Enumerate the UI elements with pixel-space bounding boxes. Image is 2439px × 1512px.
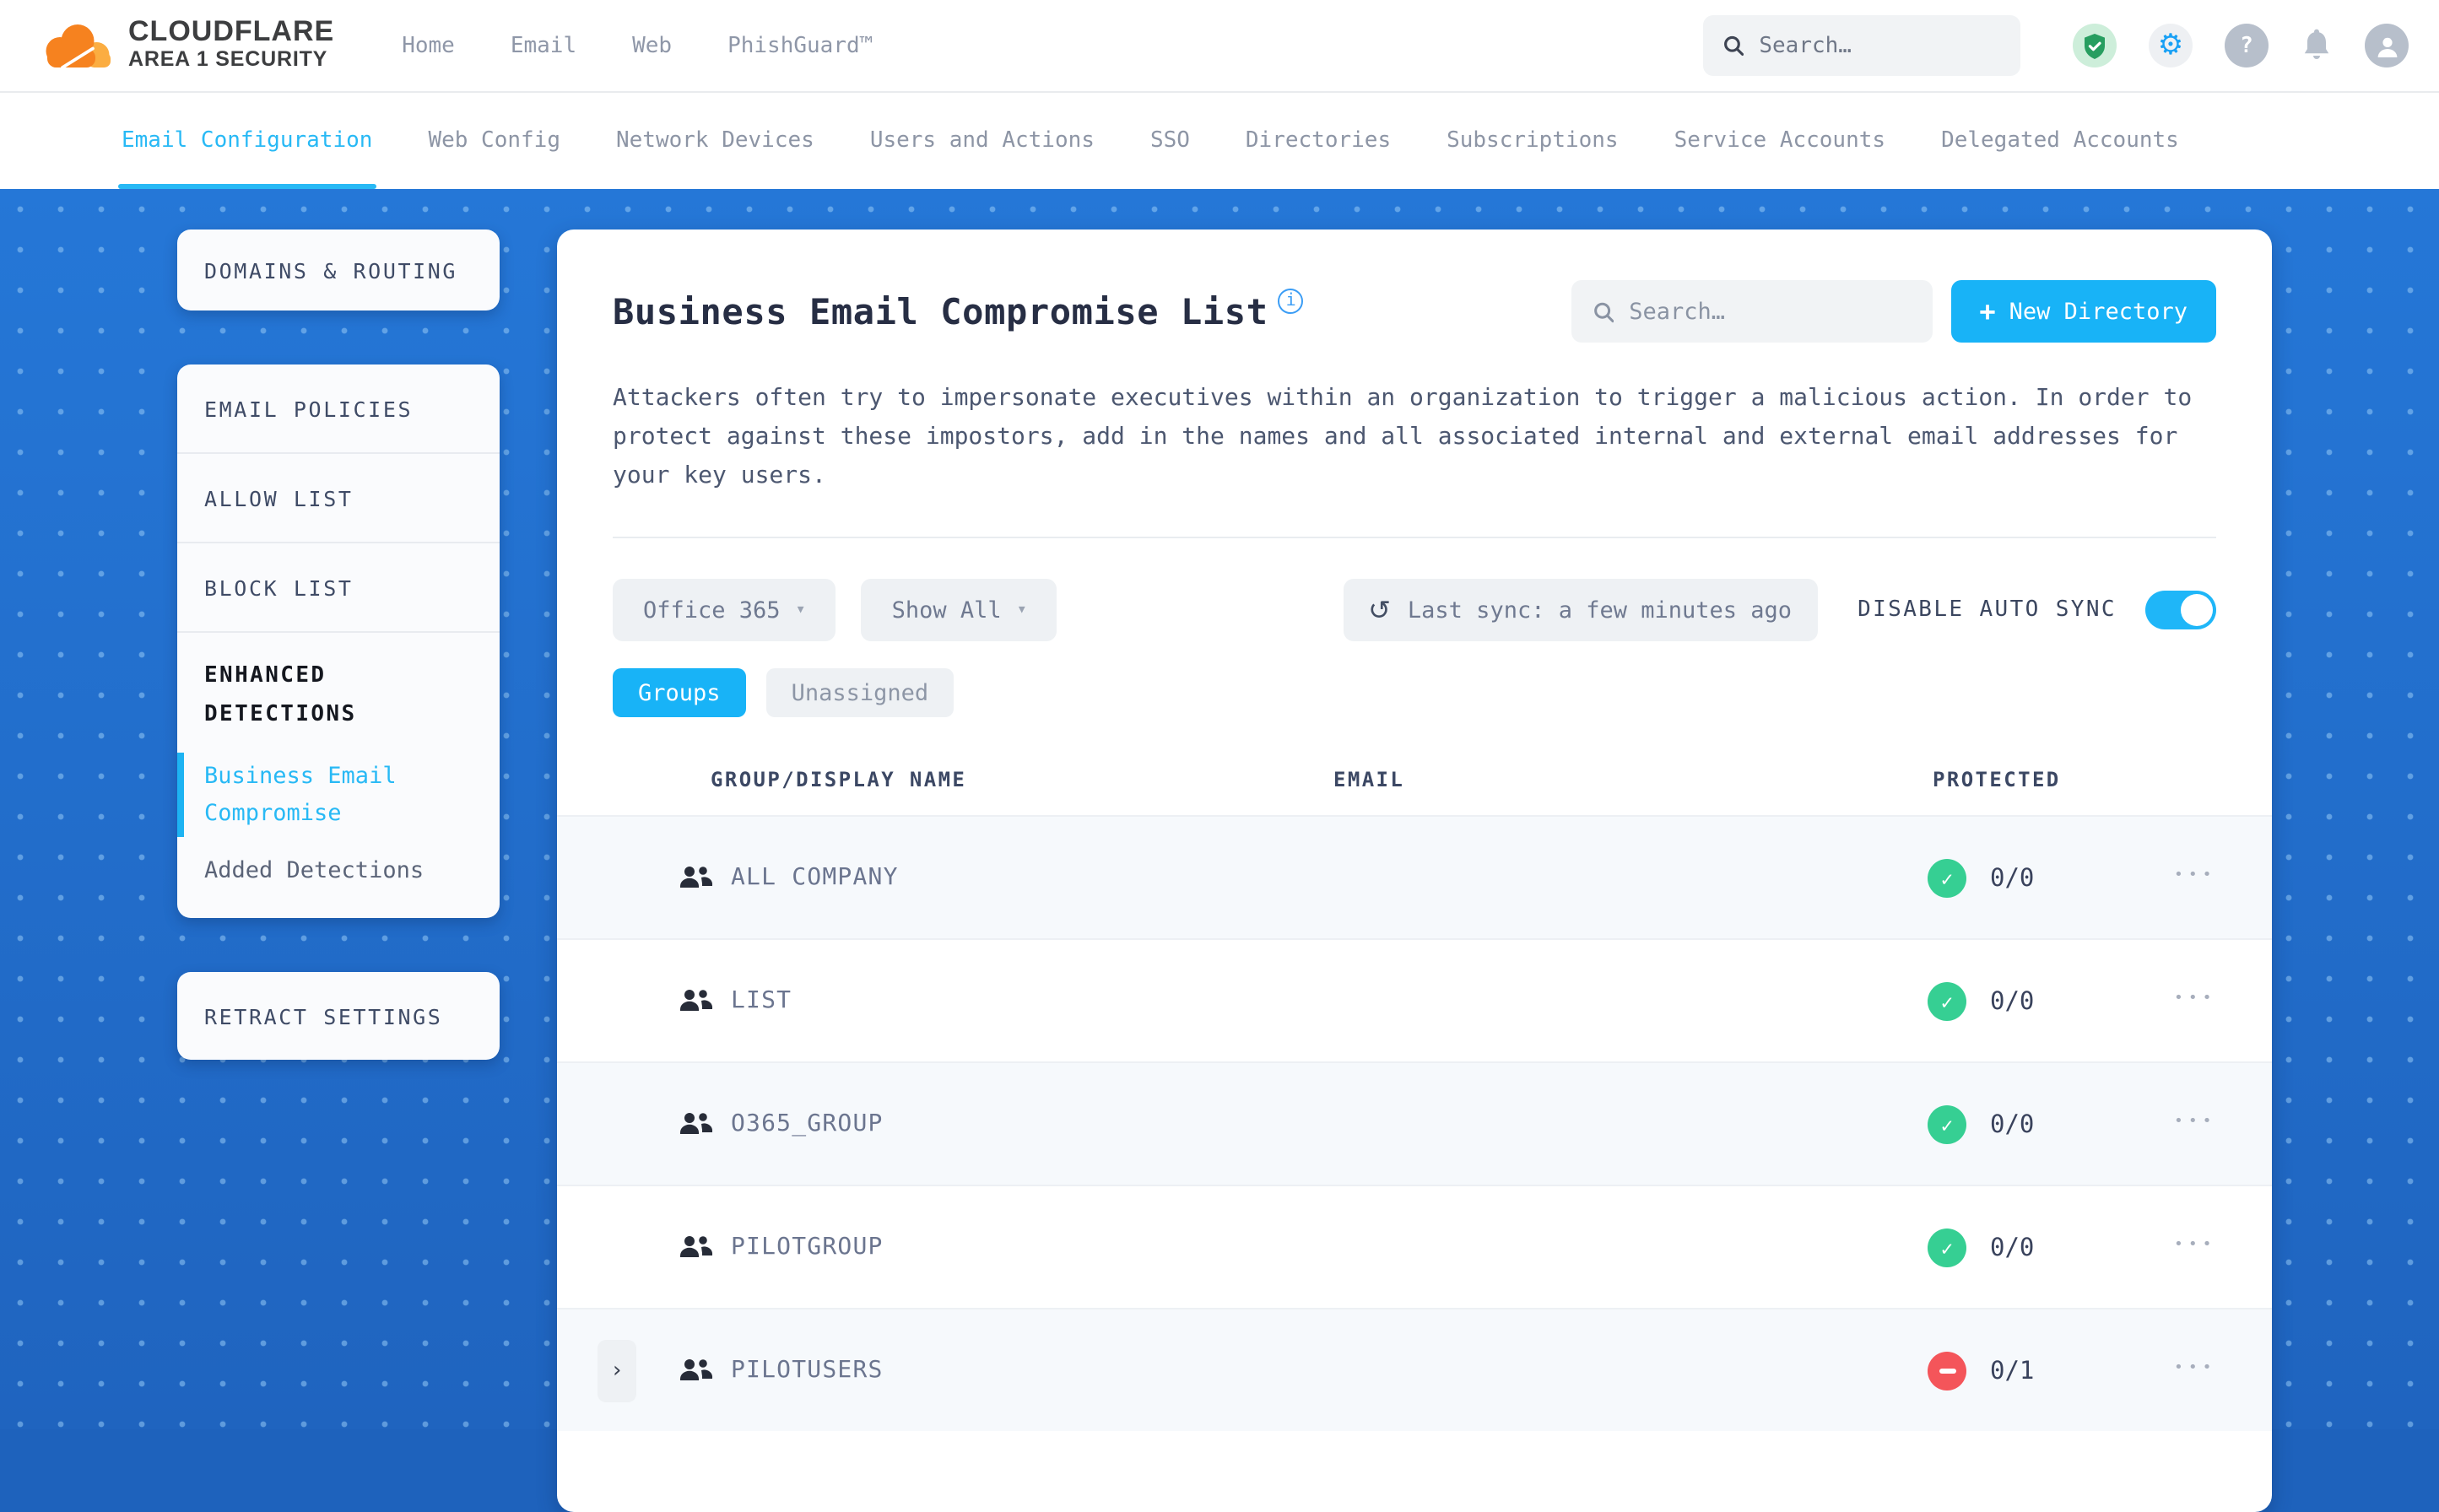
primary-nav-item-phishguard[interactable]: PhishGuard™ [727,33,873,58]
tab-delegated-accounts[interactable]: Delegated Accounts [1941,93,2179,189]
sidebar-item-added-detections[interactable]: Added Detections [204,857,473,884]
table-row[interactable]: › PILOTUSERS 0/1 ••• [557,1308,2272,1431]
sidebar-item-business-email-compromise[interactable]: Business Email Compromise [177,752,473,837]
table-row[interactable]: LIST ✓ 0/0 ••• [557,938,2272,1061]
table-row[interactable]: O365_GROUP ✓ 0/0 ••• [557,1061,2272,1185]
list-search[interactable] [1571,280,1933,343]
sidebar-item-enhanced-detections[interactable]: ENHANCED DETECTIONS [204,658,473,735]
row-menu-ellipsis-icon[interactable]: ••• [2174,991,2217,1007]
protected-count: 0/0 [1990,1112,2035,1139]
page-description: Attackers often try to impersonate execu… [613,385,2193,489]
protected-count: 0/1 [1990,1358,2035,1385]
tab-network-devices[interactable]: Network Devices [616,93,814,189]
group-people-icon [680,1359,713,1380]
table-row[interactable]: ALL COMPANY ✓ 0/0 ••• [557,815,2272,938]
tab-groups[interactable]: Groups [613,668,746,717]
group-people-icon [680,1236,713,1257]
sidebar-item-email-policies[interactable]: EMAIL POLICIES [177,364,500,454]
sidebar-item-retract-settings[interactable]: RETRACT SETTINGS [177,972,500,1061]
main-panel: Business Email Compromise List i + Ne [557,230,2272,1512]
plus-icon: + [1979,294,1996,327]
show-filter-select[interactable]: Show All ▾ [861,579,1057,641]
help-icon[interactable]: ? [2225,24,2269,68]
column-header-name: GROUP/DISPLAY NAME [711,768,967,791]
settings-gear-icon[interactable]: ⚙ [2149,24,2193,68]
info-icon[interactable]: i [1278,289,1304,314]
column-header-email: EMAIL [1333,768,1405,791]
brand-name: CLOUDFLARE [128,15,335,47]
protected-status-badge: ✓ [1928,859,1966,898]
group-name: PILOTGROUP [731,1234,884,1261]
protected-count: 0/0 [1990,1235,2035,1262]
row-menu-ellipsis-icon[interactable]: ••• [2174,1114,2217,1131]
new-directory-button[interactable]: + New Directory [1950,280,2216,343]
column-header-protected: PROTECTED [1933,768,2061,791]
global-search-input[interactable] [1759,33,2000,58]
sidebar: DOMAINS & ROUTING EMAIL POLICIES ALLOW L… [177,230,500,1061]
protected-status-badge [1928,1352,1966,1390]
sidebar-item-domains-routing[interactable]: DOMAINS & ROUTING [177,230,500,310]
auto-sync-label: DISABLE AUTO SYNC [1858,597,2117,623]
search-icon [1724,35,1744,57]
app-window: CLOUDFLARE AREA 1 SECURITY Home Email We… [0,0,2439,1512]
protected-status-badge: ✓ [1928,982,1966,1021]
group-people-icon [680,867,713,888]
page-title: Business Email Compromise List [613,291,1268,332]
last-sync-text: Last sync: a few minutes ago [1407,597,1793,624]
directory-select[interactable]: Office 365 ▾ [613,579,836,641]
tab-web-config[interactable]: Web Config [428,93,560,189]
protected-count: 0/0 [1990,989,2035,1016]
row-menu-ellipsis-icon[interactable]: ••• [2174,1237,2217,1254]
tab-unassigned[interactable]: Unassigned [765,668,955,717]
brand-product: AREA 1 SECURITY [128,47,328,71]
workspace-background: DOMAINS & ROUTING EMAIL POLICIES ALLOW L… [0,189,2439,1512]
group-people-icon [680,990,713,1011]
sidebar-item-allow-list[interactable]: ALLOW LIST [177,454,500,543]
search-icon [1593,301,1614,322]
table-row[interactable]: PILOTGROUP ✓ 0/0 ••• [557,1185,2272,1308]
sidebar-item-block-list[interactable]: BLOCK LIST [177,543,500,633]
row-menu-ellipsis-icon[interactable]: ••• [2174,867,2217,884]
row-menu-ellipsis-icon[interactable]: ••• [2174,1360,2217,1377]
group-name: LIST [731,987,792,1014]
tab-sso[interactable]: SSO [1150,93,1190,189]
security-status-icon[interactable] [2073,24,2117,68]
primary-nav-item-web[interactable]: Web [632,33,672,58]
group-name: O365_GROUP [731,1110,884,1137]
group-name: ALL COMPANY [731,864,899,891]
caret-down-icon: ▾ [795,601,806,619]
list-search-input[interactable] [1629,298,1911,325]
section-tabs: Email Configuration Web Config Network D… [0,93,2439,189]
tab-service-accounts[interactable]: Service Accounts [1674,93,1885,189]
protected-count: 0/0 [1990,866,2035,893]
primary-nav-item-home[interactable]: Home [402,33,455,58]
primary-nav-item-email[interactable]: Email [511,33,576,58]
auto-sync-toggle[interactable] [2145,591,2216,629]
refresh-icon: ↺ [1368,594,1391,626]
tab-users-and-actions[interactable]: Users and Actions [870,93,1095,189]
notifications-bell-icon[interactable] [2301,28,2333,63]
user-avatar[interactable] [2365,24,2409,68]
global-search[interactable] [1703,15,2020,76]
cloudflare-cloud-icon [46,24,111,69]
protected-status-badge: ✓ [1928,1228,1966,1267]
tab-subscriptions[interactable]: Subscriptions [1447,93,1619,189]
last-sync-button[interactable]: ↺ Last sync: a few minutes ago [1343,579,1818,641]
group-people-icon [680,1113,713,1134]
expand-chevron-icon[interactable]: › [598,1340,636,1402]
tab-directories[interactable]: Directories [1246,93,1391,189]
tab-email-configuration[interactable]: Email Configuration [118,93,376,189]
group-name: PILOTUSERS [731,1357,884,1384]
protected-status-badge: ✓ [1928,1105,1966,1144]
top-header: CLOUDFLARE AREA 1 SECURITY Home Email We… [0,0,2439,93]
groups-table: GROUP/DISPLAY NAME EMAIL PROTECTED ALL C… [557,748,2272,1431]
caret-down-icon: ▾ [1016,601,1027,619]
primary-nav: Home Email Web PhishGuard™ [402,33,873,58]
cloudflare-logo[interactable]: CLOUDFLARE AREA 1 SECURITY [37,15,335,74]
divider [613,537,2216,538]
